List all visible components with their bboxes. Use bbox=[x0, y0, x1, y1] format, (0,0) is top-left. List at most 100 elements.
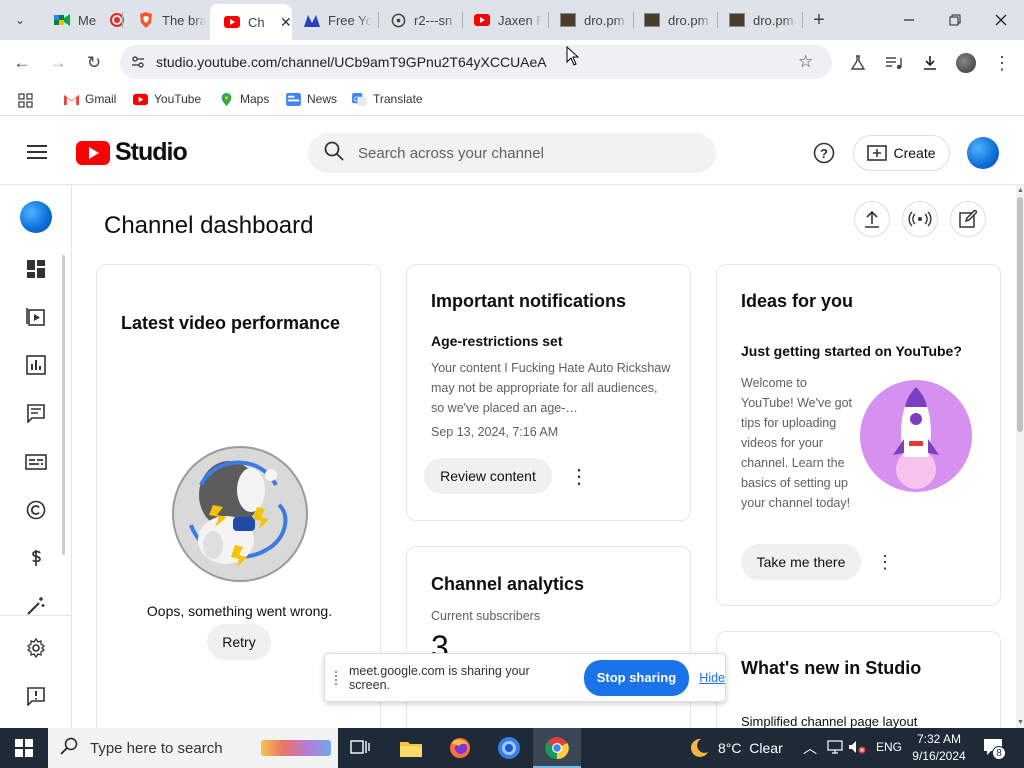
network-icon[interactable] bbox=[827, 740, 843, 759]
file-explorer-icon[interactable] bbox=[397, 734, 425, 762]
tab-free[interactable]: Free Yo bbox=[290, 6, 372, 34]
card-title: Ideas for you bbox=[741, 291, 854, 311]
analytics-icon bbox=[26, 355, 46, 375]
stop-sharing-button[interactable]: Stop sharing bbox=[583, 659, 690, 696]
back-icon[interactable]: ← bbox=[7, 48, 37, 78]
sidebar-item-earn[interactable] bbox=[20, 542, 52, 574]
card-title: Latest video performance bbox=[121, 313, 341, 333]
search-icon bbox=[60, 737, 78, 760]
sidebar-item-customization[interactable] bbox=[20, 590, 52, 622]
notification-count-badge: 8 bbox=[992, 746, 1006, 760]
page-scrollbar[interactable]: ▲ ▼ bbox=[1016, 185, 1024, 728]
tab-search-icon[interactable]: ⌄ bbox=[5, 5, 35, 35]
sidebar-item-feedback[interactable] bbox=[20, 680, 52, 712]
restore-icon[interactable] bbox=[940, 5, 970, 35]
scroll-up-icon[interactable]: ▲ bbox=[1017, 187, 1024, 194]
account-avatar[interactable] bbox=[967, 137, 999, 169]
bookmark-gmail[interactable]: Gmail bbox=[64, 92, 116, 106]
windows-start-icon[interactable] bbox=[10, 734, 38, 762]
bookmark-label: Maps bbox=[240, 92, 270, 106]
drag-handle-icon[interactable] bbox=[335, 670, 339, 685]
forward-icon[interactable]: → bbox=[43, 48, 73, 78]
page-title: Channel dashboard bbox=[104, 212, 314, 239]
labs-icon[interactable] bbox=[843, 48, 873, 78]
browser-menu-icon[interactable]: ⋮ bbox=[987, 48, 1017, 78]
download-icon[interactable] bbox=[915, 48, 945, 78]
tab-meet[interactable]: Me bbox=[40, 6, 125, 34]
url-text: studio.youtube.com/channel/UCb9amT9GPnu2… bbox=[156, 54, 547, 70]
tab-dro-3[interactable]: dro.pm bbox=[715, 6, 797, 34]
content-icon bbox=[26, 308, 45, 326]
studio-logo[interactable]: Studio bbox=[76, 138, 188, 167]
channel-search[interactable]: Search across your channel bbox=[308, 133, 716, 173]
search-input[interactable]: Search across your channel bbox=[358, 145, 544, 162]
take-me-there-button[interactable]: Take me there bbox=[741, 544, 861, 580]
news-icon bbox=[286, 92, 301, 106]
dro-icon bbox=[729, 12, 745, 28]
taskbar-search[interactable]: Type here to search bbox=[48, 728, 338, 768]
edit-button[interactable] bbox=[950, 201, 986, 237]
subtitles-icon bbox=[25, 454, 47, 470]
tray-chevron-icon[interactable]: ︿ bbox=[803, 738, 817, 758]
whats-new-item[interactable]: Simplified channel page layout bbox=[741, 714, 917, 728]
reload-icon[interactable]: ↻ bbox=[79, 48, 109, 78]
upload-button[interactable] bbox=[854, 201, 890, 237]
tab-dro-1[interactable]: dro.pm bbox=[546, 6, 628, 34]
site-info-icon[interactable] bbox=[130, 54, 146, 75]
sidebar-scrollbar[interactable] bbox=[62, 255, 65, 555]
close-window-icon[interactable] bbox=[986, 5, 1016, 35]
bookmark-label: Gmail bbox=[85, 92, 117, 106]
input-language[interactable]: ENG bbox=[876, 740, 902, 754]
address-bar[interactable]: studio.youtube.com/channel/UCb9amT9GPnu2… bbox=[120, 45, 832, 79]
retry-button[interactable]: Retry bbox=[207, 624, 271, 660]
tab-brave[interactable]: The bra bbox=[124, 6, 206, 34]
apps-grid-icon[interactable] bbox=[18, 93, 33, 113]
tab-channel-active[interactable]: Ch ✕ bbox=[210, 4, 292, 40]
help-icon[interactable]: ? bbox=[813, 142, 835, 169]
bookmark-star-icon[interactable]: ☆ bbox=[798, 52, 813, 72]
studio-header: Studio Search across your channel ? Crea… bbox=[0, 120, 1024, 185]
firefox-icon[interactable] bbox=[446, 734, 474, 762]
hide-link[interactable]: Hide bbox=[699, 671, 725, 685]
create-button[interactable]: Create bbox=[853, 135, 950, 171]
minimize-icon[interactable] bbox=[894, 5, 924, 35]
scroll-down-icon[interactable]: ▼ bbox=[1017, 719, 1024, 726]
volume-muted-icon[interactable] bbox=[848, 740, 866, 759]
tab-dro-2[interactable]: dro.pm bbox=[630, 6, 712, 34]
bookmark-youtube[interactable]: YouTube bbox=[133, 92, 201, 106]
brave-icon bbox=[138, 12, 154, 28]
tab-title: r2---sn bbox=[414, 12, 453, 28]
more-options-icon[interactable]: ⋮ bbox=[569, 464, 589, 489]
sidebar-item-comments[interactable] bbox=[20, 397, 52, 429]
bookmark-label: News bbox=[307, 92, 338, 106]
sidebar-item-dashboard[interactable] bbox=[20, 253, 52, 285]
ideas-body: Welcome to YouTube! We've got tips for u… bbox=[741, 376, 853, 510]
go-live-button[interactable] bbox=[902, 201, 938, 237]
task-view-icon[interactable] bbox=[346, 734, 374, 762]
sidebar-item-settings[interactable] bbox=[20, 632, 52, 664]
sidebar-item-copyright[interactable] bbox=[20, 494, 52, 526]
more-options-icon[interactable]: ⋮ bbox=[876, 552, 894, 573]
bookmark-translate[interactable]: G Translate bbox=[352, 92, 423, 106]
taskbar-search-input[interactable]: Type here to search bbox=[90, 740, 223, 757]
new-tab-icon[interactable]: + bbox=[804, 5, 834, 35]
sidebar-item-subtitles[interactable] bbox=[20, 446, 52, 478]
bookmark-news[interactable]: News bbox=[286, 92, 337, 106]
weather-moon-icon[interactable] bbox=[684, 734, 712, 762]
hamburger-menu-icon[interactable] bbox=[27, 144, 47, 165]
taskbar-clock[interactable]: 7:32 AM 9/16/2024 bbox=[910, 731, 968, 765]
media-control-icon[interactable] bbox=[879, 48, 909, 78]
tab-jaxen[interactable]: Jaxen R bbox=[460, 6, 542, 34]
review-content-button[interactable]: Review content bbox=[424, 458, 552, 494]
channel-avatar[interactable] bbox=[20, 201, 52, 233]
sidebar-item-content[interactable] bbox=[20, 301, 52, 333]
sidebar-item-analytics[interactable] bbox=[20, 349, 52, 381]
dro-icon bbox=[560, 12, 576, 28]
bookmarks-bar: Gmail YouTube Maps News G Translate bbox=[0, 86, 1024, 116]
browser-app-icon[interactable] bbox=[495, 734, 523, 762]
profile-avatar[interactable] bbox=[951, 48, 981, 78]
tab-r2[interactable]: r2---sn bbox=[376, 6, 458, 34]
weather-text[interactable]: 8°C Clear bbox=[718, 740, 783, 756]
bookmark-maps[interactable]: Maps bbox=[219, 92, 269, 106]
chrome-icon[interactable] bbox=[543, 734, 571, 762]
